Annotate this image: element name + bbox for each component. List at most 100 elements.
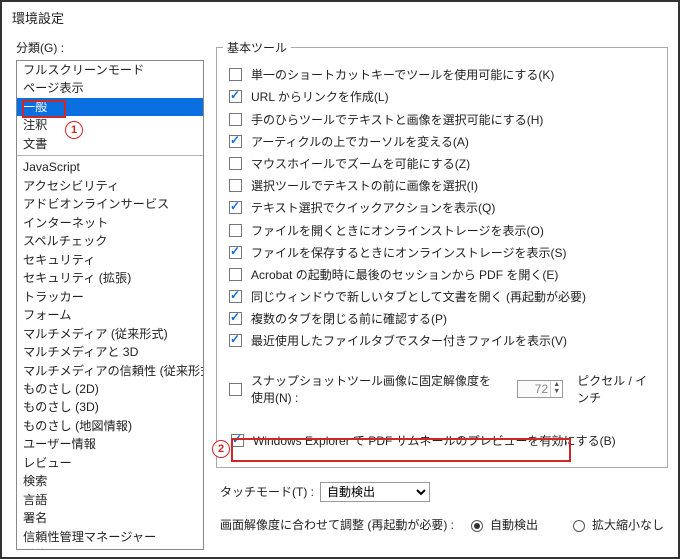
resolution-label: 画面解像度に合わせて調整 (再起動が必要) : [220,516,454,533]
category-item[interactable]: インターネット [17,214,203,232]
category-item[interactable]: アクセシビリティ [17,177,203,195]
category-item[interactable]: ものさし (3D) [17,398,203,416]
category-item[interactable]: セキュリティ (拡張) [17,269,203,287]
option-label: 手のひらツールでテキストと画像を選択可能にする(H) [251,111,543,128]
category-item[interactable]: セキュリティ [17,251,203,269]
category-item[interactable]: 信頼性管理マネージャー [17,528,203,546]
category-item[interactable]: ユーザー情報 [17,435,203,453]
option-label: マウスホイールでズームを可能にする(Z) [251,155,470,172]
basic-tools-group: 基本ツール 単一のショートカットキーでツールを使用可能にする(K) URL からリ… [216,39,668,468]
option-checkbox[interactable] [229,334,242,347]
option-label: 複数のタブを閉じる前に確認する(P) [251,310,447,327]
option-checkbox[interactable] [229,246,242,259]
category-divider [17,155,203,156]
thumbnail-checkbox[interactable] [231,434,244,447]
window-title: 環境設定 [2,2,678,31]
category-item[interactable]: 文書 [17,135,203,153]
option-row: ファイルを保存するときにオンラインストレージを表示(S) [225,243,659,262]
option-row: Acrobat の起動時に最後のセッションから PDF を開く(E) [225,265,659,284]
resolution-auto-option[interactable]: 自動検出 [466,516,538,533]
touch-mode-label: タッチモード(T) : [220,483,314,500]
option-row: テキスト選択でクイックアクションを表示(Q) [225,198,659,217]
category-item[interactable]: フルスクリーンモード [17,61,203,79]
spinner-up-icon[interactable]: ▲ [551,381,562,388]
resolution-none-radio[interactable] [573,520,585,532]
option-checkbox[interactable] [229,224,242,237]
option-label: ファイルを開くときにオンラインストレージを表示(O) [251,222,544,239]
category-item[interactable]: 検索 [17,472,203,490]
option-label: テキスト選択でクイックアクションを表示(Q) [251,199,495,216]
resolution-auto-radio[interactable] [471,520,483,532]
option-label: アーティクルの上でカーソルを変える(A) [251,133,469,150]
category-item[interactable]: ものさし (2D) [17,380,203,398]
option-row: マウスホイールでズームを可能にする(Z) [225,154,659,173]
option-checkbox[interactable] [229,268,242,281]
category-label: 分類(G) : [16,39,204,56]
category-item[interactable]: 注釈 [17,116,203,134]
preferences-window: 環境設定 分類(G) : フルスクリーンモードページ表示一般注釈文書 JavaSc… [0,0,680,559]
option-row: ファイルを開くときにオンラインストレージを表示(O) [225,221,659,240]
option-row: 単一のショートカットキーでツールを使用可能にする(K) [225,65,659,84]
annotation-badge-1: 1 [65,121,83,139]
option-checkbox[interactable] [229,290,242,303]
body: 分類(G) : フルスクリーンモードページ表示一般注釈文書JavaScriptア… [2,31,678,551]
category-item[interactable]: 言語 [17,491,203,509]
resolution-none-label: 拡大縮小なし [592,516,664,533]
option-row: 手のひらツールでテキストと画像を選択可能にする(H) [225,110,659,129]
resolution-none-option[interactable]: 拡大縮小なし [568,516,664,533]
category-item[interactable]: ものさし (地図情報) [17,417,203,435]
option-label: 選択ツールでテキストの前に画像を選択(I) [251,177,478,194]
option-label: ファイルを保存するときにオンラインストレージを表示(S) [251,244,567,261]
thumbnail-label: Windows Explorer で PDF サムネールのプレビューを有効にする… [253,432,616,449]
option-checkbox[interactable] [229,113,242,126]
thumbnail-option-row: Windows Explorer で PDF サムネールのプレビューを有効にする… [225,428,659,453]
category-item[interactable]: JavaScript [17,158,203,176]
category-item[interactable]: レビュー [17,454,203,472]
option-label: 単一のショートカットキーでツールを使用可能にする(K) [251,66,554,83]
option-label: URL からリンクを作成(L) [251,88,389,105]
snapshot-row: スナップショットツール画像に固定解像度を使用(N) : ▲ ▼ ピクセル / イ… [225,372,659,406]
category-item[interactable]: 一般 [17,98,203,116]
option-checkbox[interactable] [229,68,242,81]
option-checkbox[interactable] [229,201,242,214]
category-item[interactable]: 単位 [17,546,203,550]
spinner-arrows[interactable]: ▲ ▼ [550,381,562,397]
option-checkbox[interactable] [229,90,242,103]
option-checkbox[interactable] [229,179,242,192]
category-item[interactable]: マルチメディア (従来形式) [17,325,203,343]
snapshot-value[interactable] [518,381,550,397]
option-row: 選択ツールでテキストの前に画像を選択(I) [225,176,659,195]
category-item[interactable]: ページ表示 [17,79,203,97]
category-panel: 分類(G) : フルスクリーンモードページ表示一般注釈文書JavaScriptア… [2,31,212,551]
option-checkbox[interactable] [229,312,242,325]
category-item[interactable]: 署名 [17,509,203,527]
touch-mode-select[interactable]: 自動検出 [320,482,430,502]
snapshot-checkbox[interactable] [229,383,242,396]
category-item[interactable]: スペルチェック [17,232,203,250]
option-label: 同じウィンドウで新しいタブとして文書を開く (再起動が必要) [251,288,586,305]
category-item[interactable]: フォーム [17,306,203,324]
category-item[interactable]: アドビオンラインサービス [17,195,203,213]
category-item[interactable]: マルチメディアの信頼性 (従来形式) [17,362,203,380]
snapshot-unit: ピクセル / インチ [577,372,659,406]
option-row: 同じウィンドウで新しいタブとして文書を開く (再起動が必要) [225,287,659,306]
option-row: アーティクルの上でカーソルを変える(A) [225,132,659,151]
category-item[interactable]: トラッカー [17,288,203,306]
option-checkbox[interactable] [229,157,242,170]
option-label: Acrobat の起動時に最後のセッションから PDF を開く(E) [251,266,558,283]
option-row: URL からリンクを作成(L) [225,87,659,106]
option-label: 最近使用したファイルタブでスター付きファイルを表示(V) [251,332,567,349]
option-row: 複数のタブを閉じる前に確認する(P) [225,309,659,328]
touch-mode-row: タッチモード(T) : 自動検出 [216,482,668,502]
category-item[interactable]: マルチメディアと 3D [17,343,203,361]
annotation-badge-2: 2 [212,440,230,458]
snapshot-label: スナップショットツール画像に固定解像度を使用(N) : [251,372,501,406]
option-checkbox[interactable] [229,135,242,148]
spinner-down-icon[interactable]: ▼ [551,388,562,395]
option-row: 最近使用したファイルタブでスター付きファイルを表示(V) [225,331,659,350]
resolution-row: 画面解像度に合わせて調整 (再起動が必要) : 自動検出 拡大縮小なし [216,516,668,533]
category-list[interactable]: フルスクリーンモードページ表示一般注釈文書 JavaScriptアクセシビリティア… [16,60,204,550]
resolution-auto-label: 自動検出 [490,516,538,533]
snapshot-spinner[interactable]: ▲ ▼ [517,380,563,398]
basic-tools-legend: 基本ツール [223,39,291,56]
